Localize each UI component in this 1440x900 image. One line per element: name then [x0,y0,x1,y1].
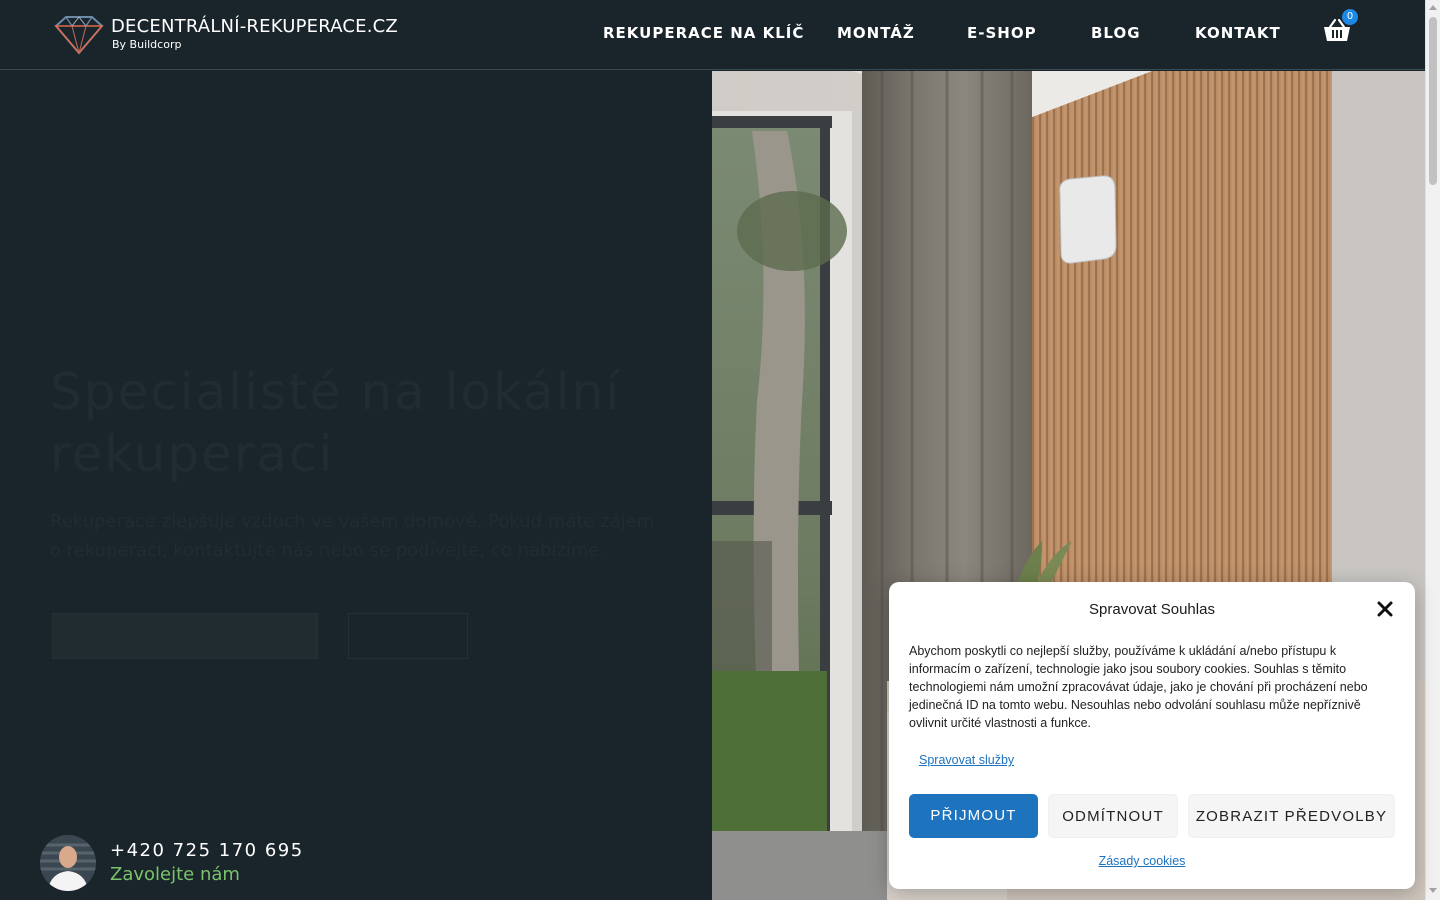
hero-section: Specialisté na lokální rekuperaci Rekupe… [0,71,712,900]
nav-item-blog[interactable]: BLOG [1091,24,1141,42]
scroll-up-arrow-icon[interactable] [1429,5,1437,10]
avatar [40,835,96,891]
call-us-label[interactable]: Zavolejte nám [110,863,304,887]
logo-text: DECENTRÁLNÍ-REKUPERACE.CZ By Buildcorp [111,17,398,53]
hero-title: Specialisté na lokální rekuperaci [50,363,622,483]
site-logo[interactable]: DECENTRÁLNÍ-REKUPERACE.CZ By Buildcorp [52,14,398,56]
call-contact[interactable]: +420 725 170 695 Zavolejte nám [40,835,304,891]
nav-item-rekuperace-na-klic[interactable]: REKUPERACE NA KLÍČ [603,24,804,42]
site-header: DECENTRÁLNÍ-REKUPERACE.CZ By Buildcorp R… [0,0,1425,70]
nav-item-eshop[interactable]: E-SHOP [967,24,1037,42]
accept-button[interactable]: PŘIJMOUT [909,794,1038,838]
scroll-down-arrow-icon[interactable] [1429,888,1437,893]
deny-button[interactable]: ODMÍTNOUT [1048,794,1178,838]
person-photo [40,835,96,891]
contact-text: +420 725 170 695 Zavolejte nám [110,839,304,887]
cookie-policy-link[interactable]: Zásady cookies [889,854,1395,868]
close-icon[interactable] [1376,600,1394,618]
page-scrollbar[interactable] [1425,0,1440,900]
show-preferences-button[interactable]: ZOBRAZIT PŘEDVOLBY [1188,794,1395,838]
cookie-consent-dialog: Spravovat Souhlas Abychom poskytli co ne… [889,582,1415,889]
cookie-dialog-text: Abychom poskytli co nejlepší služby, pou… [909,644,1368,730]
logo-title: DECENTRÁLNÍ-REKUPERACE.CZ [111,16,398,37]
diamond-logo-icon [54,16,104,55]
hero-secondary-button[interactable] [348,613,468,659]
cookie-dialog-title: Spravovat Souhlas [1089,601,1215,618]
hero-primary-button[interactable] [52,613,318,659]
scrollbar-thumb[interactable] [1429,17,1437,185]
phone-number[interactable]: +420 725 170 695 [110,839,304,863]
logo-subtitle: By Buildcorp [112,38,182,51]
hero-text: Rekuperace zlepšuje vzduch ve vašem domo… [50,511,655,561]
nav-item-kontakt[interactable]: KONTAKT [1195,24,1281,42]
cart-count-badge: 0 [1342,9,1358,25]
manage-services-link[interactable]: Spravovat služby [919,753,1014,767]
nav-item-montaz[interactable]: MONTÁŽ [837,24,915,42]
